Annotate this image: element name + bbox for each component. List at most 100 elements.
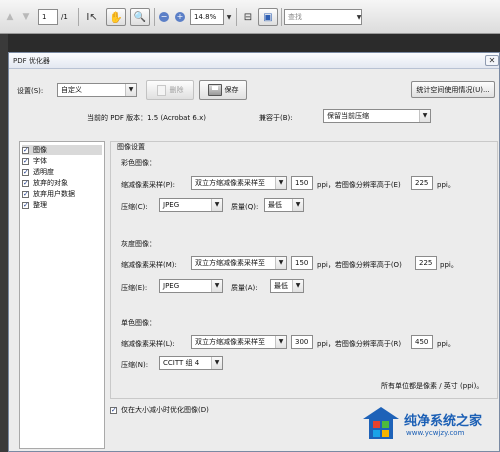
next-page-icon[interactable]: ▼ <box>20 8 32 26</box>
list-item-discard-objects[interactable]: ✓ 放弃的对象 <box>22 178 68 188</box>
mono-downsample-label: 缩减像素采样(L): <box>121 340 175 348</box>
chevron-down-icon: ▼ <box>275 336 286 348</box>
watermark-logo-icon <box>363 407 399 439</box>
mono-compress-label: 压缩(N): <box>121 361 149 369</box>
settings-value: 自定义 <box>61 86 82 94</box>
color-quality-select[interactable]: 最低 ▼ <box>264 198 304 212</box>
gray-quality-select[interactable]: 最低 ▼ <box>270 279 304 293</box>
zoom-level-select[interactable]: 14.8% <box>190 9 224 25</box>
search-dropdown-icon[interactable]: ▼ <box>354 8 364 26</box>
color-compress-select[interactable]: JPEG ▼ <box>159 198 223 212</box>
mono-threshold-unit: ppi。 <box>437 340 455 348</box>
gray-compress-label: 压缩(E): <box>121 284 148 292</box>
mono-downsample-value: 双立方缩减像素采样至 <box>195 338 265 346</box>
panel-title: 图像设置 <box>117 143 145 151</box>
dialog-title: PDF 优化器 <box>13 57 50 65</box>
mono-downsample-select[interactable]: 双立方缩减像素采样至 ▼ <box>191 335 287 349</box>
chevron-down-icon: ▼ <box>292 280 303 292</box>
hand-tool-icon[interactable]: ✋ <box>106 8 126 26</box>
color-downsample-label: 缩减像素采样(P): <box>121 181 176 189</box>
zoom-level-value: 14.8% <box>194 13 217 21</box>
list-item-label: 整理 <box>33 201 47 209</box>
color-ppi-text: ppi，若图像分辨率高于(E) <box>317 181 401 189</box>
delete-button[interactable]: 删除 <box>146 80 194 100</box>
list-item-label: 放弃的对象 <box>33 179 68 187</box>
save-button[interactable]: 保存 <box>199 80 247 100</box>
zoom-in-icon[interactable]: + <box>174 8 186 26</box>
gray-downsample-label: 缩减像素采样(M): <box>121 261 177 269</box>
watermark-url: www.ycwjzy.com <box>406 429 465 437</box>
chevron-down-icon: ▼ <box>211 199 222 211</box>
color-compress-label: 压缩(C): <box>121 203 148 211</box>
gray-threshold-input[interactable]: 225 <box>415 256 437 270</box>
compat-value: 保留当前压缩 <box>327 112 369 120</box>
gray-ppi-input[interactable]: 150 <box>291 256 313 270</box>
checkbox-checked-icon[interactable]: ✓ <box>22 190 29 198</box>
list-item-clean-up[interactable]: ✓ 整理 <box>22 200 47 210</box>
color-ppi-input[interactable]: 150 <box>291 176 313 190</box>
optimize-if-smaller-label: 仅在大小减小时优化图像(D) <box>121 406 209 414</box>
list-item-fonts[interactable]: ✓ 字体 <box>22 156 47 166</box>
checkbox-checked-icon[interactable]: ✓ <box>22 201 29 209</box>
fit-width-icon[interactable]: ⊟ <box>240 8 256 26</box>
optimize-if-smaller-checkbox[interactable]: ✓ 仅在大小减小时优化图像(D) <box>110 405 209 415</box>
color-compress-value: JPEG <box>163 201 180 209</box>
gray-quality-value: 最低 <box>274 282 288 290</box>
mono-ppi-text: ppi，若图像分辨率高于(R) <box>317 340 402 348</box>
gray-threshold-unit: ppi。 <box>440 261 458 269</box>
delete-label: 删除 <box>169 86 184 94</box>
settings-select[interactable]: 自定义 ▼ <box>57 83 137 97</box>
dialog-titlebar: PDF 优化器 ✕ <box>9 53 499 69</box>
gray-compress-select[interactable]: JPEG ▼ <box>159 279 223 293</box>
zoom-tool-icon[interactable]: 🔍 <box>130 8 150 26</box>
color-downsample-value: 双立方缩减像素采样至 <box>195 179 265 187</box>
mono-compress-select[interactable]: CCITT 组 4 ▼ <box>159 356 223 370</box>
chevron-down-icon: ▼ <box>419 110 430 122</box>
search-input[interactable]: 查找 <box>284 9 362 25</box>
gray-compress-value: JPEG <box>163 282 180 290</box>
gray-quality-label: 质量(A): <box>231 284 258 292</box>
color-quality-value: 最低 <box>268 201 282 209</box>
compat-select[interactable]: 保留当前压缩 ▼ <box>323 109 431 123</box>
mono-threshold-input[interactable]: 450 <box>411 335 433 349</box>
checkbox-checked-icon[interactable]: ✓ <box>22 179 29 187</box>
list-item-label: 图像 <box>33 146 47 154</box>
list-item-transparency[interactable]: ✓ 透明度 <box>22 167 54 177</box>
settings-label: 设置(S): <box>17 87 44 95</box>
list-item-discard-user-data[interactable]: ✓ 放弃用户数据 <box>22 189 75 199</box>
page-number-input[interactable]: 1 <box>38 9 58 25</box>
delete-icon <box>156 84 166 96</box>
page-total: /1 <box>61 13 68 21</box>
chevron-down-icon: ▼ <box>275 257 286 269</box>
stats-button[interactable]: 统计空间使用情况(U)... <box>411 81 495 98</box>
zoom-out-icon[interactable]: − <box>158 8 170 26</box>
checkbox-checked-icon[interactable]: ✓ <box>22 146 29 154</box>
close-button[interactable]: ✕ <box>485 55 499 66</box>
color-threshold-input[interactable]: 225 <box>411 176 433 190</box>
watermark: 纯净系统之家 www.ycwjzy.com <box>360 400 490 444</box>
zoom-dropdown-icon[interactable]: ▼ <box>224 8 234 26</box>
color-downsample-select[interactable]: 双立方缩减像素采样至 ▼ <box>191 176 287 190</box>
checkbox-checked-icon[interactable]: ✓ <box>22 157 29 165</box>
list-item-label: 透明度 <box>33 168 54 176</box>
checkbox-checked-icon[interactable]: ✓ <box>22 168 29 176</box>
mono-images-heading: 单色图像： <box>121 319 156 327</box>
list-item-label: 字体 <box>33 157 47 165</box>
list-item-label: 放弃用户数据 <box>33 190 75 198</box>
list-item-images[interactable]: ✓ 图像 <box>22 145 102 155</box>
prev-page-icon[interactable]: ▲ <box>4 8 16 26</box>
side-panel <box>0 34 8 452</box>
gray-downsample-value: 双立方缩减像素采样至 <box>195 259 265 267</box>
color-threshold-unit: ppi。 <box>437 181 455 189</box>
pdf-version-label: 当前的 PDF 版本：1.5 (Acrobat 6.x) <box>87 114 206 122</box>
gray-downsample-select[interactable]: 双立方缩减像素采样至 ▼ <box>191 256 287 270</box>
category-list: ✓ 图像 ✓ 字体 ✓ 透明度 ✓ 放弃的对象 ✓ 放弃用户数据 ✓ 整理 <box>19 141 105 449</box>
select-tool-icon[interactable]: I↖ <box>84 8 100 26</box>
color-images-heading: 彩色图像： <box>121 159 156 167</box>
checkbox-checked-icon[interactable]: ✓ <box>110 406 117 414</box>
mono-ppi-input[interactable]: 300 <box>291 335 313 349</box>
save-label: 保存 <box>224 86 239 94</box>
watermark-brand: 纯净系统之家 <box>404 414 483 429</box>
gray-ppi-text: ppi，若图像分辨率高于(O) <box>317 261 402 269</box>
fit-page-icon[interactable]: ▣ <box>258 8 278 26</box>
